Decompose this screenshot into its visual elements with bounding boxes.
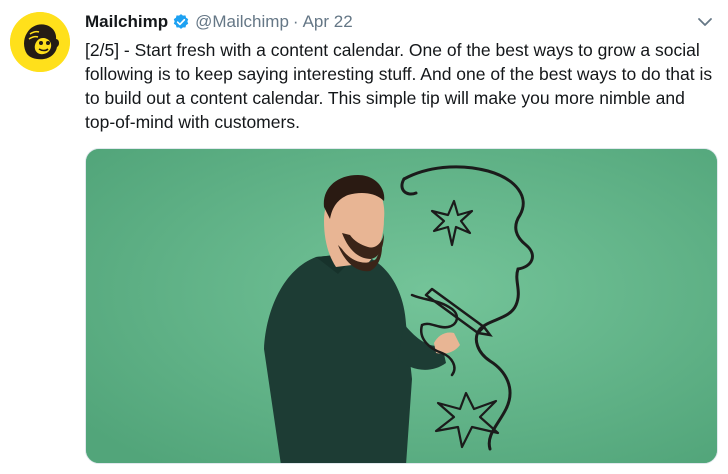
- tweet-text: [2/5] - Start fresh with a content calen…: [85, 40, 713, 132]
- tweet-media-image[interactable]: [85, 148, 718, 464]
- author-handle[interactable]: @Mailchimp: [195, 12, 289, 32]
- tweet-header: Mailchimp @Mailchimp · Apr 22: [85, 11, 353, 33]
- chevron-down-icon[interactable]: [696, 15, 714, 29]
- separator-dot: ·: [292, 12, 299, 31]
- verified-badge-icon: [172, 13, 190, 31]
- tweet-card[interactable]: Mailchimp @Mailchimp · Apr 22 [2/5] - St…: [0, 0, 728, 474]
- photo-illustration: [86, 149, 717, 463]
- author-name[interactable]: Mailchimp: [85, 12, 168, 32]
- author-avatar[interactable]: [10, 12, 70, 72]
- tweet-date[interactable]: Apr 22: [303, 12, 353, 32]
- mailchimp-logo-icon: [10, 12, 70, 72]
